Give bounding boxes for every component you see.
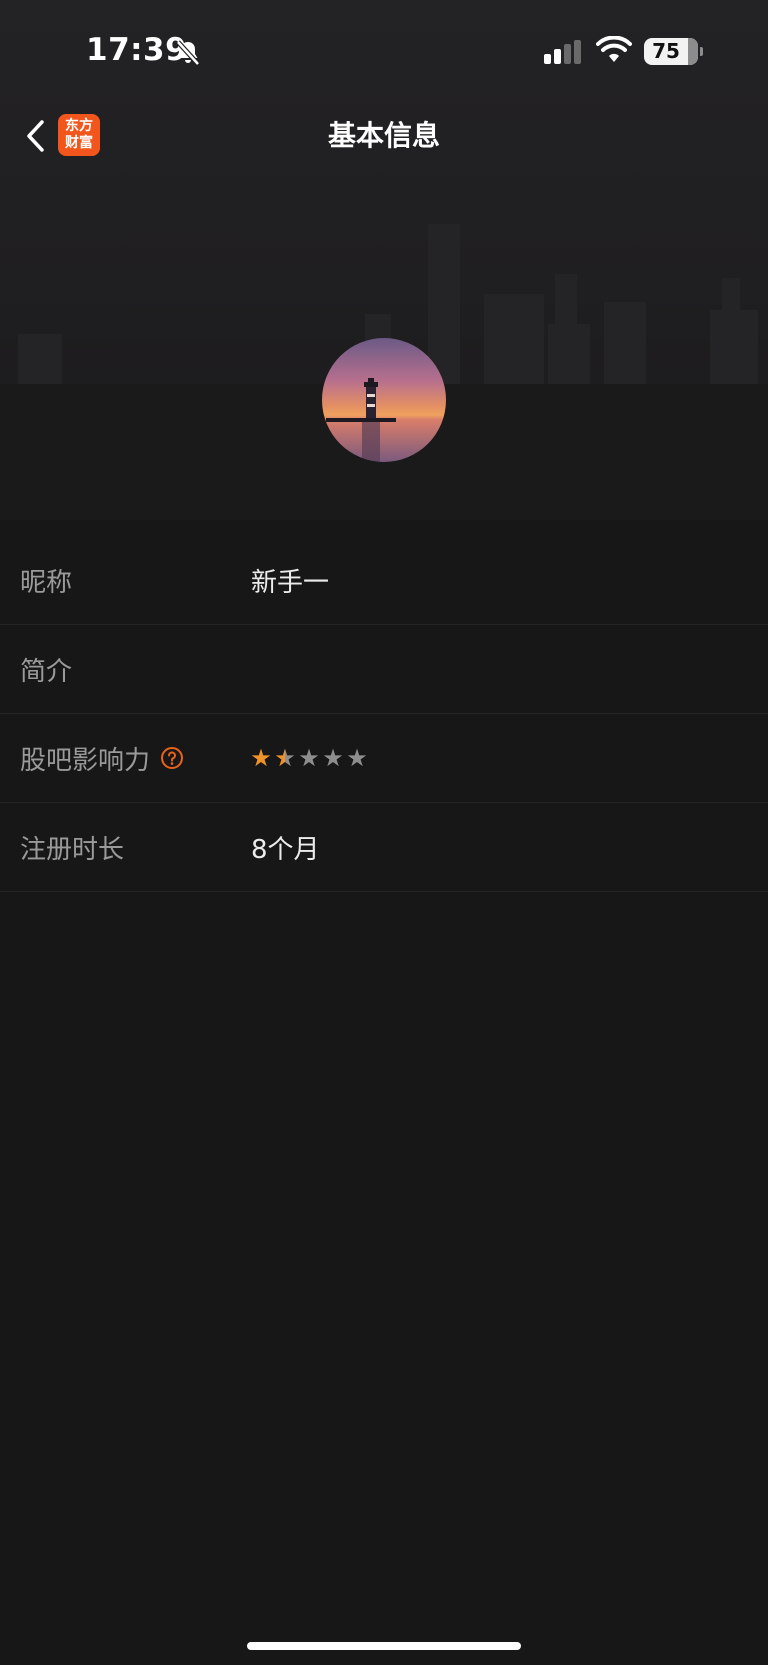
registration-label: 注册时长 [20,834,125,865]
star-icon: ★ [250,744,272,772]
status-bar: 17:39 75 [0,0,768,100]
star-icon: ★ [346,744,368,772]
battery-icon: 75 [644,38,703,65]
info-row-nickname[interactable]: 昵称 新手一 [0,536,768,625]
info-row-registration: 注册时长 8个月 [0,803,768,892]
home-indicator [247,1642,521,1650]
star-icon: ★ [274,744,296,772]
info-row-bio[interactable]: 简介 [0,625,768,714]
nickname-label: 昵称 [20,567,73,598]
registration-value: 8个月 [251,834,320,865]
battery-level: 75 [652,39,680,63]
star-icon: ★ [322,744,344,772]
question-circle-icon[interactable] [160,746,184,770]
lighthouse-sunset-avatar [322,338,446,462]
avatar[interactable] [322,338,446,462]
cellular-signal-icon [544,40,581,64]
status-time: 17:39 [86,32,188,68]
influence-label: 股吧影响力 [20,745,151,776]
info-list: 昵称 新手一 简介 股吧影响力 ★ ★ ★ ★ ★ 注册时长 8个月 [0,536,768,892]
star-icon: ★ [298,744,320,772]
page-title: 基本信息 [327,119,440,152]
influence-rating: ★ ★ ★ ★ ★ [249,744,369,772]
info-row-influence: 股吧影响力 ★ ★ ★ ★ ★ [0,714,768,803]
bell-slash-icon [176,40,200,66]
nickname-value: 新手一 [251,567,330,598]
influence-label-group: 股吧影响力 [20,740,184,777]
bio-label: 简介 [20,656,73,687]
wifi-icon [596,36,632,62]
